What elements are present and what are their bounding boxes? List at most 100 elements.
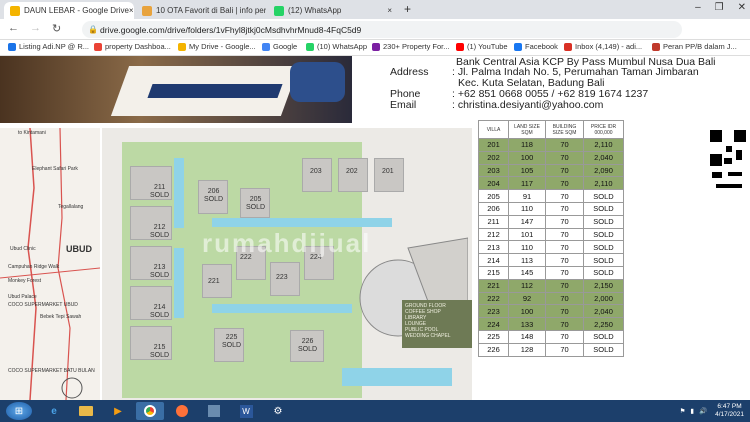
table-cell: 128 — [508, 342, 546, 357]
tab-ota-favorit[interactable]: 10 OTA Favorit di Bali | info perh × — [136, 2, 266, 19]
minimize-button[interactable]: – — [695, 2, 701, 13]
close-window-button[interactable]: ✕ — [738, 2, 746, 13]
forward-button[interactable]: → — [30, 22, 41, 34]
tab-bar: DAUN LEBAR - Google Drive × 10 OTA Favor… — [0, 0, 750, 19]
windows-taskbar: ⊞ e ▶ W ⚙ ⚑ ▮ 🔊 6:47 PM 4/17/2021 — [0, 400, 750, 422]
map-label: COCO SUPERMARKET BATU BULAN — [8, 368, 95, 374]
table-row: 201 118 70 2,110 — [478, 138, 624, 152]
table-cell: 110 — [508, 201, 546, 216]
reload-button[interactable]: ↻ — [52, 22, 61, 35]
table-row: 223 100 70 2,040 — [478, 304, 624, 319]
table-cell: 100 — [508, 304, 546, 319]
bookmark-property-dashboard[interactable]: property Dashboa... — [94, 42, 171, 51]
table-body: 201 118 70 2,110 202 100 70 2,040 203 105 70 2,090 2… — [478, 138, 624, 357]
table-cell: 70 — [545, 329, 584, 344]
maximize-button[interactable]: ❐ — [715, 2, 724, 13]
villa-label-214: 214 SOLD — [150, 304, 169, 320]
taskbar-settings[interactable]: ⚙ — [264, 402, 292, 420]
map-label: to Kintamani — [18, 130, 46, 136]
taskbar-ie[interactable]: e — [40, 402, 68, 420]
table-cell: 213 — [478, 240, 509, 255]
tab-title: 10 OTA Favorit di Bali | info perh — [156, 6, 266, 15]
table-row: 224 133 70 2,250 — [478, 317, 624, 331]
bookmark-label: (1) YouTube — [467, 42, 508, 51]
bookmark-label: Listing Adi.NP @ R... — [19, 42, 90, 51]
table-cell: 225 — [478, 329, 509, 344]
villa-label-212: 212 SOLD — [150, 224, 169, 240]
villa-status: SOLD — [150, 312, 170, 319]
villa-label-203: 203 — [310, 168, 322, 176]
table-row: 203 105 70 2,090 — [478, 163, 624, 178]
bookmark-google[interactable]: Google — [262, 42, 297, 51]
network-icon[interactable]: ▮ — [690, 407, 694, 415]
table-cell: 215 — [478, 265, 509, 280]
table-cell: 105 — [508, 163, 546, 178]
bookmark-icon — [306, 42, 314, 51]
clock[interactable]: 6:47 PM 4/17/2021 — [715, 403, 744, 419]
bookmark-peran[interactable]: Peran PP/B dalam J... — [652, 42, 737, 51]
table-cell: 211 — [478, 214, 509, 229]
table-cell: 91 — [508, 189, 546, 203]
taskbar-firefox[interactable] — [168, 402, 196, 420]
bookmark-facebook[interactable]: Facebook — [514, 42, 558, 51]
table-cell: 70 — [545, 317, 584, 331]
bookmark-icon — [564, 42, 572, 51]
table-row: 212 101 70 SOLD — [478, 227, 624, 242]
bookmark-label: 230+ Property For... — [383, 42, 450, 51]
site-favicon-icon — [142, 5, 152, 16]
word-icon: W — [239, 404, 253, 418]
taskbar-media[interactable]: ▶ — [104, 402, 132, 420]
bookmark-label: My Drive - Google... — [189, 42, 256, 51]
table-row: 213 110 70 SOLD — [478, 240, 624, 255]
table-cell: 70 — [545, 189, 584, 203]
taskbar-app[interactable] — [200, 402, 228, 420]
taskbar-explorer[interactable] — [72, 402, 100, 420]
table-cell: 70 — [545, 253, 584, 267]
pool-shape — [342, 368, 452, 386]
map-label: Ubud Clinic — [10, 246, 36, 252]
bookmark-inbox[interactable]: Inbox (4,149) - adi... — [564, 42, 642, 51]
volume-icon[interactable]: 🔊 — [699, 407, 707, 415]
column-header: LAND SIZE SQM — [508, 120, 546, 139]
back-button[interactable]: ← — [8, 22, 19, 34]
bookmark-icon — [514, 42, 522, 51]
table-cell: 118 — [508, 138, 546, 152]
bookmark-my-drive[interactable]: My Drive - Google... — [178, 42, 256, 51]
start-button[interactable]: ⊞ — [6, 402, 32, 420]
table-cell: 70 — [545, 304, 584, 319]
map-label: Elephant Safari Park — [32, 166, 78, 172]
new-tab-button[interactable]: + — [404, 2, 411, 16]
bookmark-property-for[interactable]: 230+ Property For... — [372, 42, 450, 51]
taskbar-chrome[interactable] — [136, 402, 164, 420]
url-field[interactable]: 🔒 drive.google.com/drive/folders/1vFhyl8… — [82, 21, 682, 38]
bookmark-whatsapp[interactable]: (10) WhatsApp — [306, 42, 367, 51]
table-cell: 112 — [508, 278, 546, 293]
flag-icon[interactable]: ⚑ — [680, 407, 686, 415]
bookmark-youtube[interactable]: (1) YouTube — [456, 42, 508, 51]
folder-icon — [79, 406, 93, 416]
villa-number: 214 — [153, 304, 166, 311]
map-label: COCO SUPERMARKET UBUD — [8, 302, 78, 308]
villa-status: SOLD — [150, 192, 170, 199]
bookmark-listing[interactable]: Listing Adi.NP @ R... — [8, 42, 89, 51]
table-row: 225 148 70 SOLD — [478, 329, 624, 344]
tab-whatsapp[interactable]: (12) WhatsApp × — [268, 2, 398, 19]
email-label: Email — [390, 99, 417, 111]
close-icon[interactable]: × — [387, 6, 392, 15]
taskbar-word[interactable]: W — [232, 402, 260, 420]
map-title: UBUD — [66, 244, 92, 254]
table-cell: 117 — [508, 176, 546, 191]
table-cell: 203 — [478, 163, 509, 178]
table-cell: 70 — [545, 201, 584, 216]
villa-label-202: 202 — [346, 168, 358, 176]
table-cell: 2,040 — [583, 150, 624, 165]
table-row: 204 117 70 2,110 — [478, 176, 624, 191]
table-cell: 2,250 — [583, 317, 624, 331]
bookmark-label: Google — [273, 42, 298, 51]
map-label: Monkey Forest — [8, 278, 42, 284]
table-cell: 214 — [478, 253, 509, 267]
tab-daun-lebar[interactable]: DAUN LEBAR - Google Drive × — [4, 2, 134, 19]
close-icon[interactable]: × — [129, 6, 134, 15]
media-player-icon: ▶ — [114, 405, 122, 417]
villa-label-223: 223 — [276, 274, 288, 282]
